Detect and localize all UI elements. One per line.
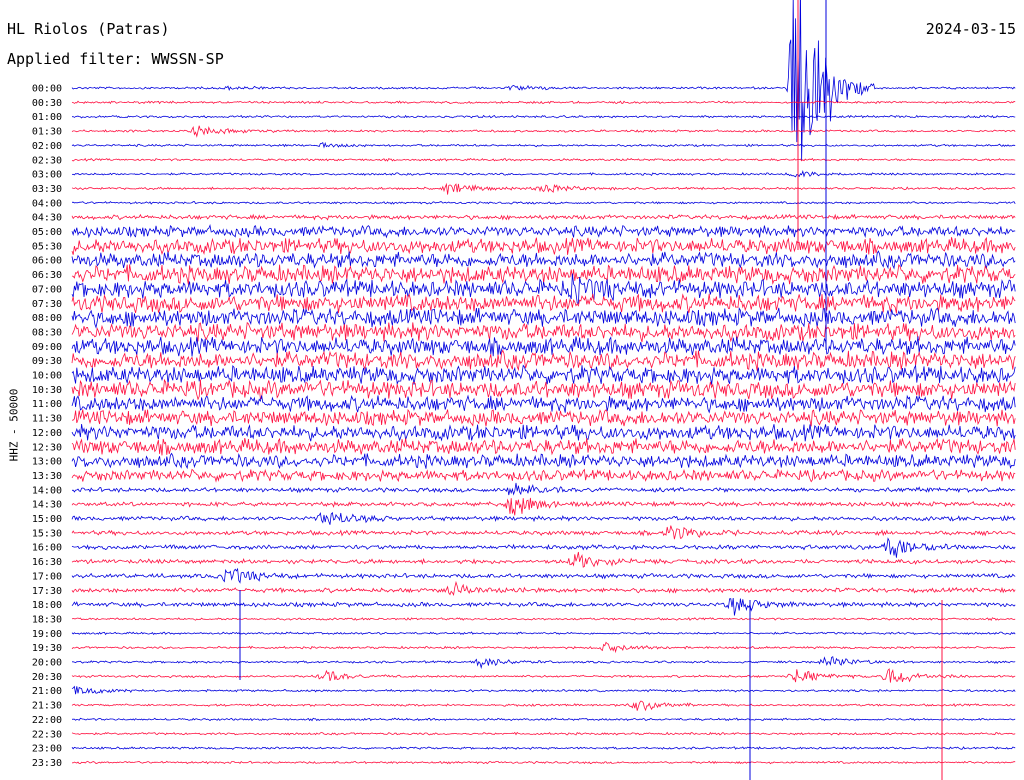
tick-label: 18:30 xyxy=(32,614,62,625)
tick-label: 04:00 xyxy=(32,198,62,209)
tick-label: 09:00 xyxy=(32,342,62,353)
trace-line xyxy=(71,394,1016,414)
tick-label: 03:30 xyxy=(32,184,62,195)
trace-line xyxy=(71,423,1016,442)
trace-line xyxy=(71,157,1016,162)
trace-line xyxy=(71,182,1016,195)
trace-line xyxy=(71,617,1016,621)
trace-line xyxy=(72,656,1016,670)
tick-label: 11:30 xyxy=(32,414,62,425)
trace-line xyxy=(71,213,1016,221)
trace-line xyxy=(71,567,1016,584)
tick-label: 13:00 xyxy=(32,457,62,468)
tick-label: 14:00 xyxy=(32,485,62,496)
trace-line xyxy=(71,378,1016,401)
trace-line xyxy=(71,641,1016,654)
trace-line xyxy=(71,125,1016,138)
tick-label: 05:00 xyxy=(32,227,62,238)
tick-label: 20:30 xyxy=(32,672,62,683)
tick-label: 07:30 xyxy=(32,299,62,310)
tick-label: 06:00 xyxy=(32,256,62,267)
trace-line xyxy=(71,201,1016,205)
tick-label: 02:30 xyxy=(32,155,62,166)
tick-label: 07:00 xyxy=(32,284,62,295)
tick-label: 19:00 xyxy=(32,629,62,640)
trace-line xyxy=(71,236,1016,256)
tick-label: 16:30 xyxy=(32,557,62,568)
trace-line xyxy=(71,525,1016,540)
tick-label: 12:00 xyxy=(32,428,62,439)
trace-line xyxy=(71,408,1016,427)
tick-label: 17:30 xyxy=(32,586,62,597)
trace-line xyxy=(71,264,1016,285)
tick-label: 00:30 xyxy=(32,98,62,109)
trace-line xyxy=(71,597,1016,616)
tick-label: 20:00 xyxy=(32,658,62,669)
trace-line xyxy=(71,321,1016,343)
tick-label: 03:00 xyxy=(32,170,62,181)
trace-line xyxy=(71,0,1016,162)
tick-label: 00:00 xyxy=(32,84,62,95)
trace-line xyxy=(71,468,1016,483)
tick-label: 15:00 xyxy=(32,514,62,525)
tick-label: 13:30 xyxy=(32,471,62,482)
trace-line xyxy=(71,497,1016,516)
trace-line xyxy=(71,580,1016,596)
tick-label: 01:00 xyxy=(32,112,62,123)
trace-line xyxy=(71,452,1016,470)
tick-label: 08:00 xyxy=(32,313,62,324)
trace-line xyxy=(71,746,1016,750)
tick-label: 12:30 xyxy=(32,442,62,453)
tick-label: 16:00 xyxy=(32,543,62,554)
tick-label: 14:30 xyxy=(32,500,62,511)
tick-label: 18:00 xyxy=(32,600,62,611)
time-tick-labels: 00:00 00:30 01:00 01:30 02:00 02:30 03:00 03:30… xyxy=(32,84,62,769)
tick-label: 23:00 xyxy=(32,744,62,755)
trace-line xyxy=(71,482,1016,496)
tick-label: 17:00 xyxy=(32,571,62,582)
trace-line xyxy=(71,685,1016,695)
tick-label: 21:30 xyxy=(32,701,62,712)
tick-label: 04:30 xyxy=(32,213,62,224)
trace-line xyxy=(71,668,1016,683)
trace-line xyxy=(71,551,1016,568)
trace-line xyxy=(71,170,1016,178)
trace-line xyxy=(71,293,1016,314)
tick-label: 09:30 xyxy=(32,356,62,367)
tick-label: 11:00 xyxy=(32,399,62,410)
helicorder-plot: 00:00 00:30 01:00 01:30 02:00 02:30 03:00 03:30… xyxy=(32,0,1016,780)
trace-line xyxy=(71,511,1016,525)
trace-line xyxy=(71,223,1016,239)
trace-line xyxy=(71,537,1016,558)
seismic-traces xyxy=(71,0,1016,780)
trace-line xyxy=(71,731,1016,736)
trace-line xyxy=(71,717,1016,722)
trace-line xyxy=(71,437,1016,456)
tick-label: 02:00 xyxy=(32,141,62,152)
tick-label: 01:30 xyxy=(32,127,62,138)
tick-label: 06:30 xyxy=(32,270,62,281)
trace-line xyxy=(71,141,1016,149)
trace-line xyxy=(71,700,1016,712)
trace-line xyxy=(71,349,1016,372)
tick-label: 21:00 xyxy=(32,686,62,697)
tick-label: 05:30 xyxy=(32,241,62,252)
tick-label: 15:30 xyxy=(32,528,62,539)
trace-line xyxy=(71,760,1016,765)
tick-label: 23:30 xyxy=(32,758,62,769)
tick-label: 22:30 xyxy=(32,729,62,740)
tick-label: 19:30 xyxy=(32,643,62,654)
trace-line xyxy=(71,364,1016,386)
trace-line xyxy=(71,100,1016,105)
tick-label: 10:30 xyxy=(32,385,62,396)
tick-label: 22:00 xyxy=(32,715,62,726)
tick-label: 08:30 xyxy=(32,327,62,338)
trace-line xyxy=(71,631,1016,636)
tick-label: 10:00 xyxy=(32,371,62,382)
trace-line xyxy=(71,114,1016,119)
